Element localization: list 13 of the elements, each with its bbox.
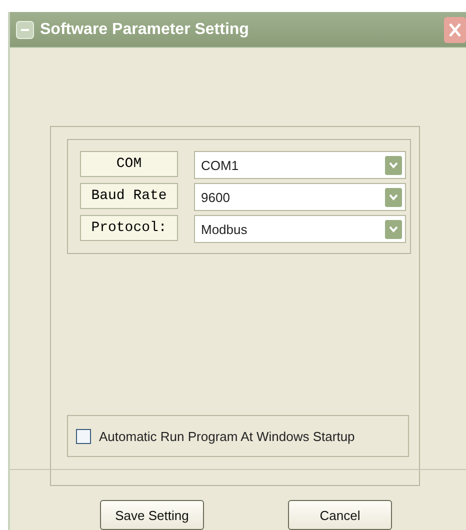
dropdown-field[interactable]: Modbus [194,215,406,243]
dropdown-field[interactable]: 9600 [194,183,406,211]
dropdown-field[interactable]: COM1 [194,151,406,179]
field-label: Baud Rate [80,183,178,209]
window-title: Software Parameter Setting [40,20,249,38]
cancel-button[interactable]: Cancel [288,500,392,530]
close-icon[interactable] [444,17,466,43]
checkbox[interactable] [76,428,91,444]
field-label: COM [80,151,178,177]
checkbox-label: Automatic Run Program At Windows Startup [99,428,355,444]
field-label: Protocol: [80,215,178,241]
system-menu-icon[interactable] [16,20,34,38]
save-button[interactable]: Save Setting [100,500,204,530]
